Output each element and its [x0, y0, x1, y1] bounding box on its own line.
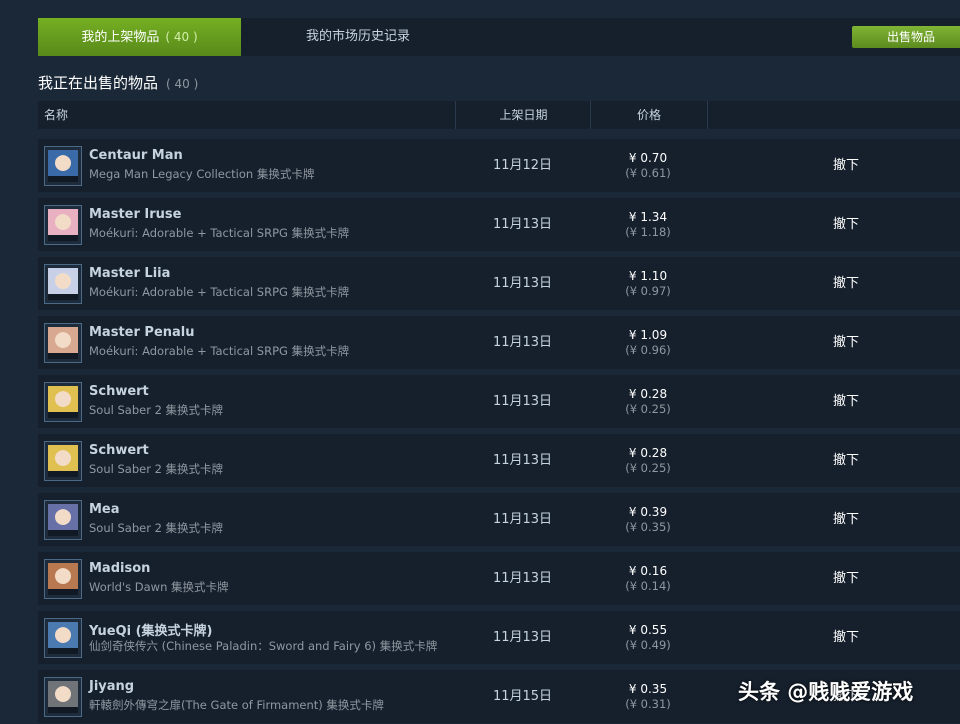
item-name[interactable]: Master Penalu — [89, 325, 195, 340]
listing-price: ¥ 0.35 — [628, 682, 668, 696]
remove-listing-button[interactable]: 撤下 — [828, 257, 864, 310]
item-name[interactable]: Schwert — [89, 384, 149, 399]
listing-price: ¥ 1.09 — [628, 328, 668, 342]
market-tab-bar: 我的上架物品 ( 40 ) 我的市场历史记录 — [38, 18, 960, 56]
item-game: Moékuri: Adorable + Tactical SRPG 集换式卡牌 — [89, 285, 350, 299]
column-header-date[interactable]: 上架日期 — [455, 101, 591, 129]
remove-listing-button[interactable]: 撤下 — [828, 434, 864, 487]
item-game: Moékuri: Adorable + Tactical SRPG 集换式卡牌 — [89, 226, 350, 240]
table-row[interactable]: YueQi (集换式卡牌) 仙剑奇侠传六 (Chinese Paladin：Swo… — [38, 611, 960, 664]
mea-card-icon[interactable] — [44, 500, 82, 540]
listing-price: ¥ 0.16 — [628, 564, 668, 578]
column-header-price[interactable]: 价格 — [590, 101, 708, 129]
item-game: 仙剑奇侠传六 (Chinese Paladin：Sword and Fairy … — [89, 639, 438, 653]
item-name[interactable]: Jiyang — [89, 679, 134, 694]
listing-price: ¥ 0.28 — [628, 446, 668, 460]
listing-date: 11月13日 — [492, 394, 553, 409]
table-row[interactable]: Schwert Soul Saber 2 集换式卡牌 11月13日 ¥ 0.28 (¥ … — [38, 434, 960, 487]
remove-listing-button[interactable]: 撤下 — [828, 493, 864, 546]
listing-price-net: (¥ 0.31) — [625, 697, 671, 711]
tab-market-history[interactable]: 我的市场历史记录 — [268, 18, 448, 56]
listing-price: ¥ 1.34 — [628, 210, 668, 224]
section-count: ( 40 ) — [166, 77, 199, 91]
listing-price-net: (¥ 0.25) — [625, 461, 671, 475]
jiyang-card-icon[interactable] — [44, 677, 82, 717]
remove-listing-button[interactable]: 撤下 — [828, 139, 864, 192]
listing-price-net: (¥ 0.14) — [625, 579, 671, 593]
table-row[interactable]: Master Liia Moékuri: Adorable + Tactical … — [38, 257, 960, 310]
listing-price-net: (¥ 0.97) — [625, 284, 671, 298]
listing-date: 11月13日 — [492, 217, 553, 232]
schwert-card-icon[interactable] — [44, 441, 82, 481]
section-title: 我正在出售的物品 ( 40 ) — [38, 72, 198, 93]
watermark-text: 头条 @贱贱爱游戏 — [738, 680, 914, 704]
listing-price-net: (¥ 0.35) — [625, 520, 671, 534]
listing-date: 11月13日 — [492, 453, 553, 468]
listing-price: ¥ 0.28 — [628, 387, 668, 401]
remove-listing-button[interactable]: 撤下 — [828, 552, 864, 605]
listing-price: ¥ 0.39 — [628, 505, 668, 519]
item-game: Soul Saber 2 集换式卡牌 — [89, 462, 224, 476]
madison-card-icon[interactable] — [44, 559, 82, 599]
listing-date: 11月13日 — [492, 571, 553, 586]
remove-listing-button[interactable]: 撤下 — [828, 198, 864, 251]
item-name[interactable]: YueQi (集换式卡牌) — [89, 620, 212, 639]
remove-listing-button[interactable]: 撤下 — [828, 316, 864, 369]
item-game: 軒轅劍外傳穹之扉(The Gate of Firmament) 集换式卡牌 — [89, 698, 384, 712]
schwert-card-icon[interactable] — [44, 382, 82, 422]
master-penalu-card-icon[interactable] — [44, 323, 82, 363]
listing-price-net: (¥ 1.18) — [625, 225, 671, 239]
listing-price-net: (¥ 0.96) — [625, 343, 671, 357]
table-row[interactable]: Mea Soul Saber 2 集换式卡牌 11月13日 ¥ 0.39 (¥ 0.35… — [38, 493, 960, 546]
item-name[interactable]: Schwert — [89, 443, 149, 458]
listing-date: 11月13日 — [492, 335, 553, 350]
master-liia-card-icon[interactable] — [44, 264, 82, 304]
section-title-label: 我正在出售的物品 — [38, 74, 159, 92]
table-row[interactable]: Centaur Man Mega Man Legacy Collection 集换… — [38, 139, 960, 192]
table-row[interactable]: Madison World's Dawn 集换式卡牌 11月13日 ¥ 0.16 (¥ … — [38, 552, 960, 605]
sell-item-button[interactable]: 出售物品 — [852, 26, 960, 48]
tab-my-listings-count: ( 40 ) — [165, 30, 198, 44]
listing-price: ¥ 0.70 — [628, 151, 668, 165]
yueqi-card-icon[interactable] — [44, 618, 82, 658]
listing-price-net: (¥ 0.49) — [625, 638, 671, 652]
listing-date: 11月12日 — [492, 158, 553, 173]
tab-my-listings-label: 我的上架物品 — [81, 30, 160, 45]
remove-listing-button[interactable]: 撤下 — [828, 375, 864, 428]
tab-my-listings[interactable]: 我的上架物品 ( 40 ) — [38, 18, 241, 56]
column-header-name[interactable]: 名称 — [44, 101, 68, 129]
listing-date: 11月13日 — [492, 276, 553, 291]
listings-header: 名称 上架日期 价格 — [38, 101, 960, 129]
listing-date: 11月13日 — [492, 512, 553, 527]
table-row[interactable]: Master Iruse Moékuri: Adorable + Tactical… — [38, 198, 960, 251]
listing-price: ¥ 0.55 — [628, 623, 668, 637]
item-game: World's Dawn 集换式卡牌 — [89, 580, 229, 594]
listing-price-net: (¥ 0.25) — [625, 402, 671, 416]
item-name[interactable]: Master Liia — [89, 266, 170, 281]
listing-price-net: (¥ 0.61) — [625, 166, 671, 180]
centaur-man-card-icon[interactable] — [44, 146, 82, 186]
table-row[interactable]: Schwert Soul Saber 2 集换式卡牌 11月13日 ¥ 0.28 (¥ … — [38, 375, 960, 428]
item-name[interactable]: Madison — [89, 561, 150, 576]
remove-listing-button[interactable]: 撤下 — [828, 611, 864, 664]
item-game: Moékuri: Adorable + Tactical SRPG 集换式卡牌 — [89, 344, 350, 358]
item-game: Mega Man Legacy Collection 集换式卡牌 — [89, 167, 315, 181]
item-name[interactable]: Master Iruse — [89, 207, 181, 222]
item-name[interactable]: Centaur Man — [89, 148, 183, 163]
master-iruse-card-icon[interactable] — [44, 205, 82, 245]
item-name[interactable]: Mea — [89, 502, 120, 517]
top-strip — [0, 0, 960, 18]
item-game: Soul Saber 2 集换式卡牌 — [89, 521, 224, 535]
listing-date: 11月15日 — [492, 689, 553, 704]
listing-price: ¥ 1.10 — [628, 269, 668, 283]
table-row[interactable]: Master Penalu Moékuri: Adorable + Tactica… — [38, 316, 960, 369]
item-game: Soul Saber 2 集换式卡牌 — [89, 403, 224, 417]
listing-date: 11月13日 — [492, 630, 553, 645]
